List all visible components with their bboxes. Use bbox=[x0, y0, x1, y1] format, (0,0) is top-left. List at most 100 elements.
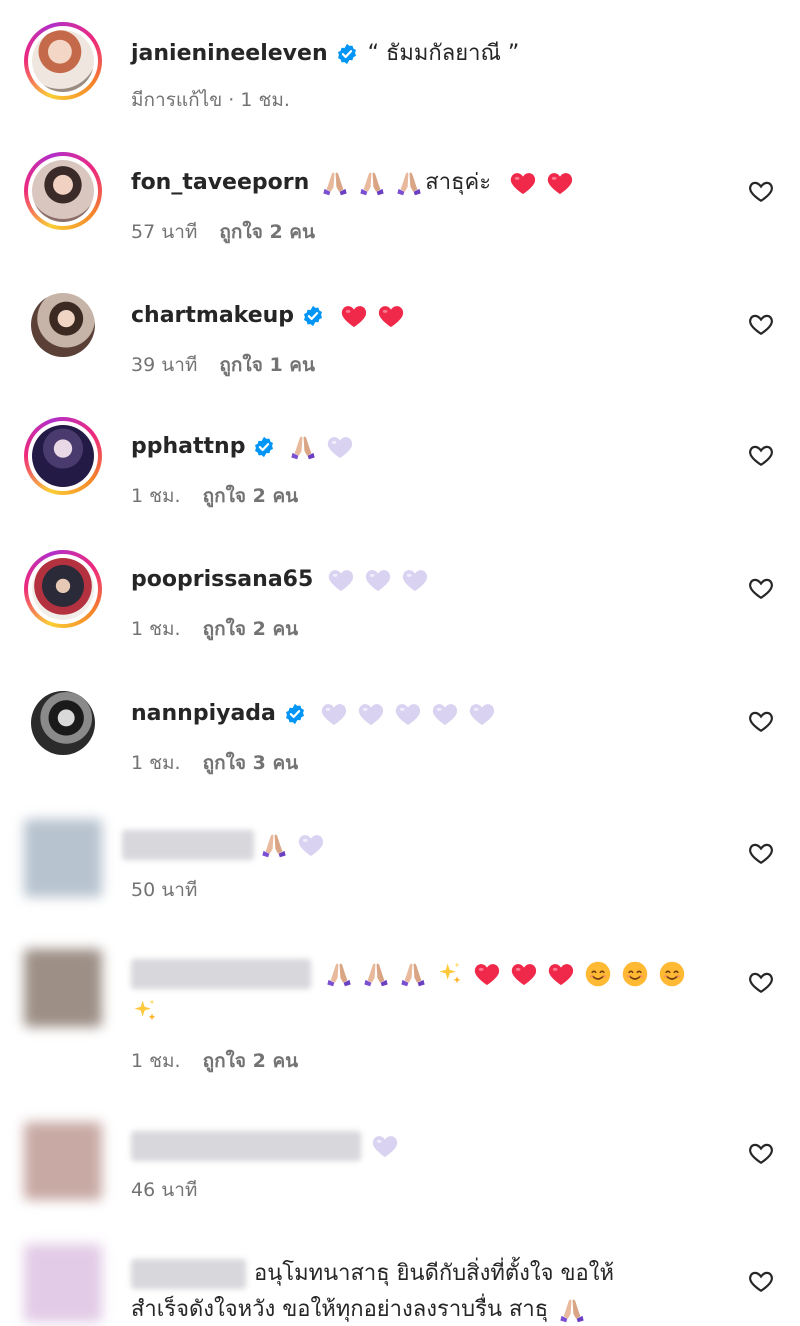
like-heart-icon[interactable] bbox=[748, 442, 774, 468]
folded-hands-emoji bbox=[399, 960, 427, 988]
like-heart-icon[interactable] bbox=[748, 575, 774, 601]
red-heart-emoji bbox=[510, 960, 538, 988]
avatar-nannpiyada[interactable] bbox=[24, 684, 102, 762]
folded-hands-emoji bbox=[558, 1296, 586, 1324]
like-heart-icon[interactable] bbox=[748, 311, 774, 337]
comment-username-blurred[interactable] bbox=[122, 830, 254, 860]
comment-meta: 57 นาที ถูกใจ 2 คน bbox=[131, 219, 315, 245]
avatar-pooprissana65[interactable] bbox=[24, 550, 102, 628]
comment-time: 50 นาที bbox=[131, 879, 198, 901]
red-heart-emoji bbox=[509, 169, 537, 197]
comment-meta: 1 ชม. ถูกใจ 2 คน bbox=[131, 616, 298, 642]
light-purple-heart-emoji bbox=[431, 700, 459, 728]
comment-line: nannpiyada bbox=[131, 698, 505, 730]
comment-meta: 50 นาที bbox=[131, 877, 197, 903]
comment-username-blurred[interactable] bbox=[131, 1259, 246, 1289]
caption-line: janienineeleven “ ธัมมกัลยาณี ” bbox=[131, 38, 519, 70]
folded-hands-emoji bbox=[325, 960, 353, 988]
comment-line: chartmakeup bbox=[131, 300, 414, 332]
red-heart-emoji bbox=[377, 302, 405, 330]
like-heart-icon[interactable] bbox=[748, 969, 774, 995]
comment-meta: 1 ชม. ถูกใจ 2 คน bbox=[131, 1048, 298, 1074]
sparkles-emoji bbox=[436, 960, 464, 988]
post-username[interactable]: janienineeleven bbox=[131, 38, 328, 70]
like-heart-icon[interactable] bbox=[748, 840, 774, 866]
comment-time: 1 ชม. bbox=[131, 618, 181, 640]
comment-likes[interactable]: ถูกใจ 3 คน bbox=[203, 752, 299, 774]
like-heart-icon[interactable] bbox=[748, 178, 774, 204]
comment-meta: 46 นาที bbox=[131, 1177, 197, 1203]
light-purple-heart-emoji bbox=[326, 433, 354, 461]
comment-username[interactable]: nannpiyada bbox=[131, 698, 276, 730]
comment-line: pphattnp bbox=[131, 431, 363, 463]
comment-time: 1 ชม. bbox=[131, 485, 181, 507]
red-heart-emoji bbox=[546, 169, 574, 197]
comment-text: อนุโมทนาสาธุ ยินดีกับสิ่งที่ตั้งใจ ขอให้ bbox=[254, 1261, 614, 1286]
comment-likes[interactable]: ถูกใจ 2 คน bbox=[203, 485, 299, 507]
comment-username[interactable]: chartmakeup bbox=[131, 300, 294, 332]
light-purple-heart-emoji bbox=[320, 700, 348, 728]
light-purple-heart-emoji bbox=[364, 566, 392, 594]
folded-hands-emoji bbox=[395, 169, 423, 197]
comment-username[interactable]: fon_taveeporn bbox=[131, 167, 309, 199]
folded-hands-emoji bbox=[362, 960, 390, 988]
comment-meta: 39 นาที ถูกใจ 1 คน bbox=[131, 352, 315, 378]
light-purple-heart-emoji bbox=[401, 566, 429, 594]
comment-line: อนุโมทนาสาธุ ยินดีกับสิ่งที่ตั้งใจ ขอให้ bbox=[131, 1258, 614, 1290]
sparkles-emoji bbox=[131, 997, 159, 1025]
comment-likes[interactable]: ถูกใจ 2 คน bbox=[219, 221, 315, 243]
comment-likes[interactable]: ถูกใจ 2 คน bbox=[203, 618, 299, 640]
folded-hands-emoji bbox=[321, 169, 349, 197]
avatar-blurred[interactable] bbox=[24, 819, 102, 897]
like-heart-icon[interactable] bbox=[748, 708, 774, 734]
like-heart-icon[interactable] bbox=[748, 1268, 774, 1294]
comment-line bbox=[131, 959, 695, 989]
smiling-face-emoji bbox=[658, 960, 686, 988]
verified-badge-icon bbox=[284, 703, 306, 725]
comment-time: 1 ชม. bbox=[131, 1050, 181, 1072]
comment-username[interactable]: pooprissana65 bbox=[131, 564, 313, 596]
light-purple-heart-emoji bbox=[357, 700, 385, 728]
avatar-fon-taveeporn[interactable] bbox=[24, 152, 102, 230]
folded-hands-emoji bbox=[260, 831, 288, 859]
avatar-janienineeleven[interactable] bbox=[24, 22, 102, 100]
light-purple-heart-emoji bbox=[327, 566, 355, 594]
post-caption-text: “ ธัมมกัลยาณี ” bbox=[367, 41, 520, 66]
red-heart-emoji bbox=[547, 960, 575, 988]
red-heart-emoji bbox=[340, 302, 368, 330]
comment-meta: 1 ชม. ถูกใจ 2 คน bbox=[131, 483, 298, 509]
verified-badge-icon bbox=[253, 436, 275, 458]
avatar-chartmakeup[interactable] bbox=[24, 286, 102, 364]
comment-username-blurred[interactable] bbox=[131, 959, 311, 989]
light-purple-heart-emoji bbox=[297, 831, 325, 859]
comment-text: สาธุค่ะ bbox=[425, 170, 492, 195]
comment-time: 1 ชม. bbox=[131, 752, 181, 774]
avatar-blurred[interactable] bbox=[24, 949, 102, 1027]
comment-time: 57 นาที bbox=[131, 221, 198, 243]
light-purple-heart-emoji bbox=[371, 1132, 399, 1160]
avatar-blurred[interactable] bbox=[24, 1122, 102, 1200]
comment-username[interactable]: pphattnp bbox=[131, 431, 245, 463]
comment-text-2: สำเร็จดังใจหวัง ขอให้ทุกอย่างลงราบรื่น ส… bbox=[131, 1297, 549, 1322]
comment-line bbox=[122, 830, 334, 860]
avatar-blurred[interactable] bbox=[24, 1244, 102, 1322]
comment-username-blurred[interactable] bbox=[131, 1131, 361, 1161]
red-heart-emoji bbox=[473, 960, 501, 988]
like-heart-icon[interactable] bbox=[748, 1140, 774, 1166]
comment-time: 39 นาที bbox=[131, 354, 198, 376]
comment-line-2: สำเร็จดังใจหวัง ขอให้ทุกอย่างลงราบรื่น ส… bbox=[131, 1294, 595, 1326]
light-purple-heart-emoji bbox=[468, 700, 496, 728]
smiling-face-emoji bbox=[621, 960, 649, 988]
verified-badge-icon bbox=[302, 305, 324, 327]
verified-badge-icon bbox=[336, 43, 358, 65]
avatar-pphattnp[interactable] bbox=[24, 417, 102, 495]
smiling-face-emoji bbox=[584, 960, 612, 988]
comment-line: pooprissana65 bbox=[131, 564, 438, 596]
post-meta: มีการแก้ไข · 1 ชม. bbox=[131, 89, 290, 111]
comment-meta: 1 ชม. ถูกใจ 3 คน bbox=[131, 750, 298, 776]
light-purple-heart-emoji bbox=[394, 700, 422, 728]
comment-likes[interactable]: ถูกใจ 1 คน bbox=[219, 354, 315, 376]
comment-likes[interactable]: ถูกใจ 2 คน bbox=[203, 1050, 299, 1072]
comment-time: 46 นาที bbox=[131, 1179, 198, 1201]
comment-line bbox=[131, 1131, 408, 1161]
